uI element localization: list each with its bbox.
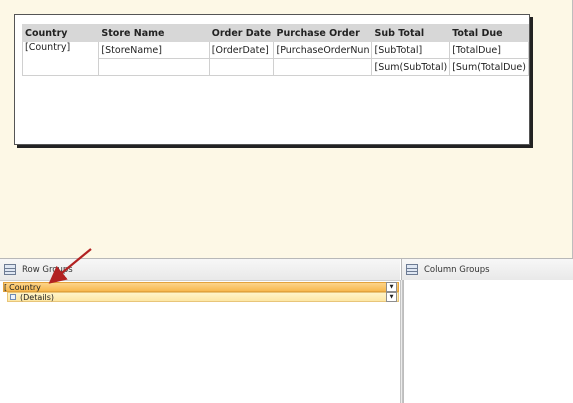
header-cell-country[interactable]: Country — [21, 24, 100, 42]
header-cell-total-due[interactable]: Total Due — [449, 24, 529, 42]
detail-cell-purchase-order[interactable]: [PurchaseOrderNun — [273, 41, 373, 59]
row-group-details-label: (Details) — [20, 292, 54, 302]
tablix[interactable]: Country Store Name Order Date Purchase O… — [21, 24, 529, 76]
column-groups-header: Column Groups — [401, 259, 573, 281]
row-group-country[interactable]: [ Country ▼ — [3, 282, 399, 292]
column-groups-area[interactable] — [403, 280, 573, 403]
detail-cell-store-name[interactable]: [StoreName] — [98, 41, 210, 59]
header-cell-sub-total[interactable]: Sub Total — [371, 24, 451, 42]
header-cell-store-name[interactable]: Store Name — [98, 24, 210, 42]
detail-row: [Country] [StoreName] [OrderDate] [Purch… — [21, 41, 529, 76]
header-cell-order-date[interactable]: Order Date — [208, 24, 275, 42]
total-cell-sub-total[interactable]: [Sum(SubTotal) — [371, 58, 451, 76]
detail-cell-sub-total[interactable]: [SubTotal] — [371, 41, 451, 59]
details-group-icon — [10, 294, 16, 300]
row-groups-header: Row Groups — [0, 259, 400, 281]
detail-cell-country[interactable]: [Country] — [21, 41, 100, 76]
report-design-surface[interactable]: Country Store Name Order Date Purchase O… — [0, 0, 573, 258]
total-cell-purchase-order[interactable] — [273, 58, 373, 76]
header-row: Country Store Name Order Date Purchase O… — [21, 24, 529, 42]
row-group-details[interactable]: (Details) ▼ — [7, 292, 399, 302]
row-groups-title: Row Groups — [22, 264, 73, 275]
detail-cell-total-due[interactable]: [TotalDue] — [449, 41, 529, 59]
column-groups-icon — [406, 264, 418, 275]
chevron-down-icon[interactable]: ▼ — [386, 292, 397, 302]
report-body[interactable]: Country Store Name Order Date Purchase O… — [14, 14, 530, 145]
total-cell-order-date[interactable] — [208, 58, 275, 76]
row-group-country-label: Country — [9, 282, 41, 292]
total-cell-total-due[interactable]: [Sum(TotalDue) — [449, 58, 529, 76]
header-cell-purchase-order[interactable]: Purchase Order — [273, 24, 373, 42]
row-groups-icon — [4, 264, 16, 275]
total-row: [Sum(SubTotal) [Sum(TotalDue) — [23, 58, 529, 76]
detail-cell-order-date[interactable]: [OrderDate] — [208, 41, 275, 59]
chevron-down-icon[interactable]: ▼ — [386, 282, 397, 292]
column-groups-title: Column Groups — [424, 264, 490, 275]
total-cell-store-name[interactable] — [98, 58, 210, 76]
grouping-pane: Row Groups Column Groups [ Country ▼ (De… — [0, 258, 573, 403]
